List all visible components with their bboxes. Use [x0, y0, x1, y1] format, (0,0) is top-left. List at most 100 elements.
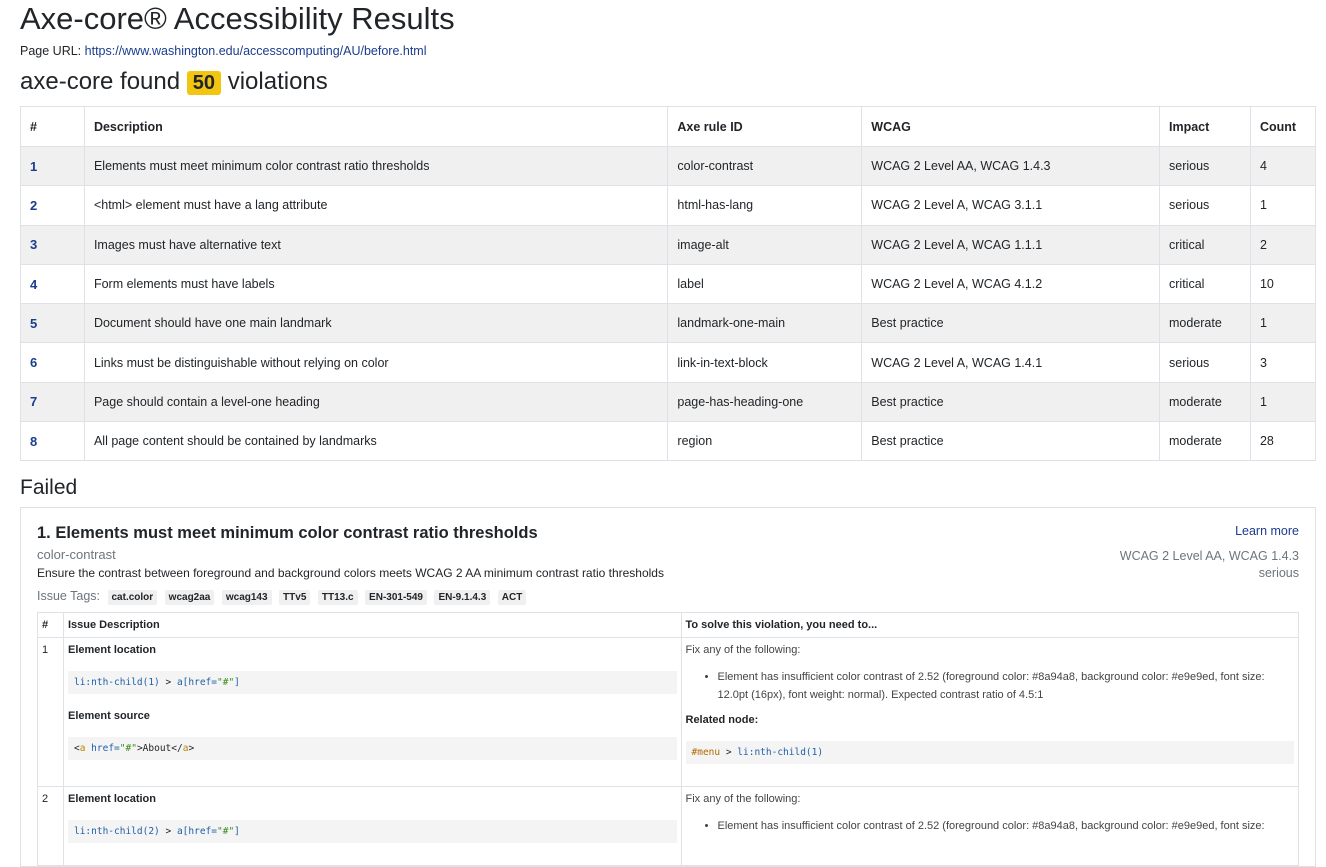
violation-rule-id: color-contrast: [37, 547, 116, 563]
col-header-wcag: WCAG: [861, 106, 1160, 147]
row-count: 1: [1249, 185, 1317, 226]
fix-list: Element has insufficient color contrast …: [686, 817, 1295, 835]
row-wcag: WCAG 2 Level A, WCAG 4.1.2: [861, 263, 1160, 305]
row-count: 10: [1249, 263, 1317, 305]
violation-link[interactable]: 4: [30, 277, 37, 292]
found-suffix: violations: [227, 68, 328, 95]
violation-link[interactable]: 7: [30, 394, 37, 409]
element-source-code: <a href="#">About</a>: [67, 737, 677, 761]
col-header-count: Count: [1249, 106, 1317, 147]
violation-link[interactable]: 5: [30, 316, 37, 331]
row-rule-id: html-has-lang: [667, 185, 863, 226]
row-count: 28: [1249, 421, 1317, 462]
row-description: Images must have alternative text: [83, 224, 669, 265]
fix-list: Element has insufficient color contrast …: [686, 668, 1295, 704]
issue-tag: wcag2aa: [164, 590, 215, 606]
row-impact: serious: [1159, 185, 1251, 226]
row-rule-id: link-in-text-block: [667, 342, 863, 383]
table-row: 4 Form elements must have labels label W…: [20, 263, 1317, 305]
violation-link[interactable]: 3: [30, 237, 37, 252]
issue-number: 2: [37, 786, 64, 867]
row-impact: serious: [1159, 145, 1251, 187]
violations-heading: axe-core found 50 violations: [20, 67, 1316, 98]
violation-link[interactable]: 6: [30, 355, 37, 370]
row-impact: moderate: [1159, 303, 1251, 344]
violation-meta: WCAG 2 Level AA, WCAG 1.4.3 serious: [1120, 548, 1299, 582]
row-impact: critical: [1159, 263, 1251, 305]
table-row: 2 <html> element must have a lang attrib…: [20, 185, 1317, 226]
issue-detail-table: # Issue Description To solve this violat…: [37, 612, 1299, 867]
col-header-impact: Impact: [1159, 106, 1251, 147]
violation-link[interactable]: 2: [30, 198, 37, 213]
found-prefix: axe-core found: [20, 68, 181, 95]
row-count: 1: [1249, 381, 1317, 423]
violation-link[interactable]: 8: [30, 434, 37, 449]
row-impact: critical: [1159, 224, 1251, 265]
issue-tag: cat.color: [107, 590, 158, 606]
row-description: Form elements must have labels: [83, 263, 669, 305]
issue-tags: Issue Tags: cat.color wcag2aa wcag143 TT…: [37, 589, 1299, 606]
row-count: 2: [1249, 224, 1317, 265]
row-rule-id: page-has-heading-one: [667, 381, 863, 423]
issue-tag: ACT: [497, 590, 527, 606]
fix-intro: Fix any of the following:: [685, 644, 801, 657]
row-description: Document should have one main landmark: [83, 303, 669, 344]
row-rule-id: label: [667, 263, 863, 305]
row-wcag: Best practice: [861, 421, 1160, 462]
violation-impact: serious: [1258, 566, 1299, 581]
element-location-code: li:nth-child(1) > a[href="#"]: [67, 671, 677, 695]
issue-row: 1 Element location li:nth-child(1) > a[h…: [37, 637, 1299, 788]
issue-tag: EN-9.1.4.3: [434, 590, 491, 606]
related-node-code: #menu > li:nth-child(1): [685, 741, 1294, 765]
summary-header-row: # Description Axe rule ID WCAG Impact Co…: [20, 106, 1317, 147]
col-header-index: #: [20, 106, 85, 147]
fix-item: Element has insufficient color contrast …: [718, 668, 1295, 704]
row-description: Page should contain a level-one heading: [83, 381, 669, 423]
table-row: 3 Images must have alternative text imag…: [20, 224, 1317, 265]
issue-tag: wcag143: [221, 590, 272, 606]
violation-card: 1. Elements must meet minimum color cont…: [20, 507, 1316, 867]
fix-item: Element has insufficient color contrast …: [718, 817, 1295, 835]
row-rule-id: region: [667, 421, 863, 462]
violation-card-title: 1. Elements must meet minimum color cont…: [37, 524, 538, 543]
issue-row: 2 Element location li:nth-child(2) > a[h…: [37, 786, 1299, 867]
row-count: 3: [1249, 342, 1317, 383]
table-row: 8 All page content should be contained b…: [20, 421, 1317, 462]
col-header-rule-id: Axe rule ID: [667, 106, 863, 147]
row-wcag: Best practice: [861, 381, 1160, 423]
row-impact: moderate: [1159, 421, 1251, 462]
row-count: 4: [1249, 145, 1317, 187]
table-row: 6 Links must be distinguishable without …: [20, 342, 1317, 383]
detail-col-index: #: [37, 612, 64, 639]
violation-description: Ensure the contrast between foreground a…: [37, 566, 664, 581]
row-rule-id: landmark-one-main: [667, 303, 863, 344]
issue-tag: TT13.c: [317, 590, 358, 606]
element-location-label: Element location: [67, 793, 157, 806]
row-wcag: Best practice: [861, 303, 1160, 344]
violations-summary-table: # Description Axe rule ID WCAG Impact Co…: [20, 106, 1317, 462]
row-description: Links must be distinguishable without re…: [83, 342, 669, 383]
page-url-link[interactable]: https://www.washington.edu/accesscomputi…: [85, 44, 427, 58]
detail-col-issue: Issue Description: [62, 612, 682, 639]
col-header-description: Description: [83, 106, 669, 147]
violation-wcag: WCAG 2 Level AA, WCAG 1.4.3: [1119, 549, 1299, 564]
table-row: 7 Page should contain a level-one headin…: [20, 381, 1317, 423]
row-wcag: WCAG 2 Level AA, WCAG 1.4.3: [861, 145, 1160, 187]
detail-col-solution: To solve this violation, you need to...: [680, 612, 1299, 639]
row-description: All page content should be contained by …: [83, 421, 669, 462]
failed-heading: Failed: [20, 476, 78, 500]
element-source-label: Element source: [67, 710, 150, 723]
violation-link[interactable]: 1: [30, 159, 37, 174]
row-impact: moderate: [1159, 381, 1251, 423]
table-row: 1 Elements must meet minimum color contr…: [20, 145, 1317, 187]
page-title: Axe-core® Accessibility Results: [20, 1, 455, 36]
row-rule-id: image-alt: [667, 224, 863, 265]
violation-count-badge: 50: [186, 71, 222, 95]
row-count: 1: [1249, 303, 1317, 344]
issue-number: 1: [37, 637, 64, 788]
row-wcag: WCAG 2 Level A, WCAG 1.1.1: [861, 224, 1160, 265]
page-url-line: Page URL: https://www.washington.edu/acc…: [20, 44, 1316, 58]
row-wcag: WCAG 2 Level A, WCAG 1.4.1: [861, 342, 1160, 383]
learn-more-link[interactable]: Learn more: [1235, 524, 1299, 538]
row-description: Elements must meet minimum color contras…: [83, 145, 669, 187]
